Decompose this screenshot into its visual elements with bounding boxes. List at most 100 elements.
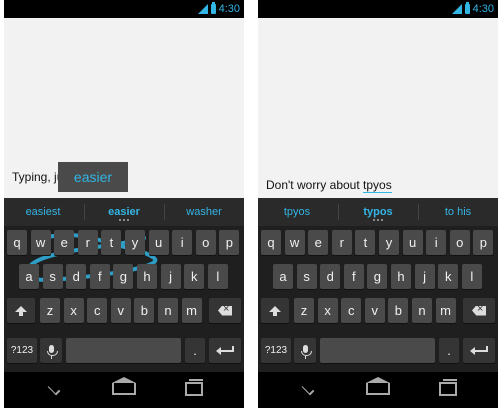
key-l[interactable]: l	[207, 264, 228, 289]
key-e-label: e	[60, 235, 68, 250]
space-key[interactable]	[320, 338, 435, 363]
key-r[interactable]: r	[331, 230, 352, 255]
suggestion-right[interactable]: washer	[165, 198, 243, 226]
key-r-label: r	[85, 235, 90, 250]
key-c[interactable]: c	[87, 298, 108, 323]
voice-input-key[interactable]	[294, 338, 316, 363]
key-s[interactable]: s	[296, 264, 317, 289]
key-x[interactable]: x	[63, 298, 84, 323]
suggestion-right[interactable]: to his	[419, 198, 497, 226]
backspace-key[interactable]	[463, 298, 495, 323]
voice-input-key[interactable]	[40, 338, 62, 363]
key-n-label: n	[164, 303, 172, 318]
key-k[interactable]: k	[438, 264, 459, 289]
key-q[interactable]: q	[7, 230, 27, 255]
enter-key[interactable]	[463, 338, 495, 363]
key-m[interactable]: m	[181, 298, 202, 323]
key-o[interactable]: o	[195, 230, 216, 255]
key-x[interactable]: x	[317, 298, 338, 323]
symbols-key[interactable]: ?123	[7, 338, 37, 363]
key-f[interactable]: f	[343, 264, 364, 289]
key-f[interactable]: f	[89, 264, 110, 289]
home-button[interactable]	[112, 377, 136, 398]
key-c-label: c	[347, 303, 355, 318]
suggestion-left[interactable]: easiest	[4, 198, 82, 226]
key-v-label: v	[117, 303, 125, 318]
key-t[interactable]: t	[101, 230, 122, 255]
key-h[interactable]: h	[391, 264, 411, 289]
period-key[interactable]: .	[185, 338, 205, 363]
keyboard: easiest easier washer qwe r t yu i op a s d f g h j k…	[4, 198, 244, 372]
key-b[interactable]: b	[388, 298, 409, 323]
key-p[interactable]: p	[473, 230, 494, 255]
key-e[interactable]: e	[54, 230, 75, 255]
key-b[interactable]: b	[134, 298, 155, 323]
key-w[interactable]: w	[30, 230, 51, 255]
key-z[interactable]: z	[40, 298, 60, 323]
key-k[interactable]: k	[184, 264, 205, 289]
key-e[interactable]: e	[308, 230, 329, 255]
key-v[interactable]: v	[364, 298, 385, 323]
key-i[interactable]: i	[426, 230, 447, 255]
back-button[interactable]	[42, 380, 66, 398]
key-m[interactable]: m	[435, 298, 456, 323]
recents-button[interactable]	[182, 379, 206, 398]
key-a[interactable]: a	[273, 264, 293, 289]
key-d[interactable]: d	[320, 264, 341, 289]
key-y[interactable]: y	[379, 230, 399, 255]
typed-text: Don't worry about tpyos	[266, 178, 392, 193]
shift-key[interactable]	[7, 298, 35, 323]
key-v[interactable]: v	[110, 298, 131, 323]
home-button[interactable]	[366, 377, 390, 398]
key-u-label: u	[408, 235, 417, 250]
suggestion-left[interactable]: tpyos	[258, 198, 336, 226]
back-button[interactable]	[296, 380, 320, 398]
key-n[interactable]: n	[158, 298, 178, 323]
text-area[interactable]	[258, 18, 498, 198]
key-d[interactable]: d	[66, 264, 87, 289]
key-r[interactable]: r	[77, 230, 98, 255]
key-c[interactable]: c	[341, 298, 362, 323]
clock: 4:30	[472, 3, 494, 15]
suggestion-strip: easiest easier washer	[4, 198, 244, 226]
enter-icon	[470, 345, 488, 356]
key-s-label: s	[303, 269, 310, 284]
key-o-label: o	[456, 235, 464, 250]
enter-key[interactable]	[209, 338, 241, 363]
key-t-label: t	[109, 235, 114, 250]
key-u[interactable]: u	[148, 230, 169, 255]
key-a[interactable]: a	[19, 264, 39, 289]
key-z[interactable]: z	[294, 298, 314, 323]
key-r-label: r	[339, 235, 344, 250]
key-l[interactable]: l	[461, 264, 482, 289]
key-o[interactable]: o	[449, 230, 470, 255]
key-i-label: i	[434, 235, 438, 250]
key-w[interactable]: w	[284, 230, 305, 255]
key-t[interactable]: t	[355, 230, 376, 255]
key-u[interactable]: u	[402, 230, 423, 255]
key-y[interactable]: y	[125, 230, 145, 255]
key-i-label: i	[180, 235, 184, 250]
key-x-label: x	[70, 303, 77, 318]
key-d-label: d	[326, 269, 334, 284]
key-j[interactable]: j	[414, 264, 435, 289]
space-key[interactable]	[66, 338, 181, 363]
key-h[interactable]: h	[137, 264, 157, 289]
key-p-label: p	[479, 235, 487, 250]
key-s[interactable]: s	[42, 264, 63, 289]
period-key[interactable]: .	[439, 338, 459, 363]
symbols-key[interactable]: ?123	[261, 338, 291, 363]
key-n[interactable]: n	[412, 298, 432, 323]
recents-button[interactable]	[436, 379, 460, 398]
key-i[interactable]: i	[172, 230, 193, 255]
back-icon	[301, 382, 315, 396]
backspace-key[interactable]	[209, 298, 241, 323]
shift-key[interactable]	[261, 298, 289, 323]
key-p[interactable]: p	[219, 230, 240, 255]
key-q[interactable]: q	[261, 230, 281, 255]
key-g[interactable]: g	[367, 264, 388, 289]
signal-icon	[197, 4, 208, 14]
key-x-label: x	[324, 303, 331, 318]
key-j[interactable]: j	[160, 264, 181, 289]
key-g[interactable]: g	[113, 264, 134, 289]
